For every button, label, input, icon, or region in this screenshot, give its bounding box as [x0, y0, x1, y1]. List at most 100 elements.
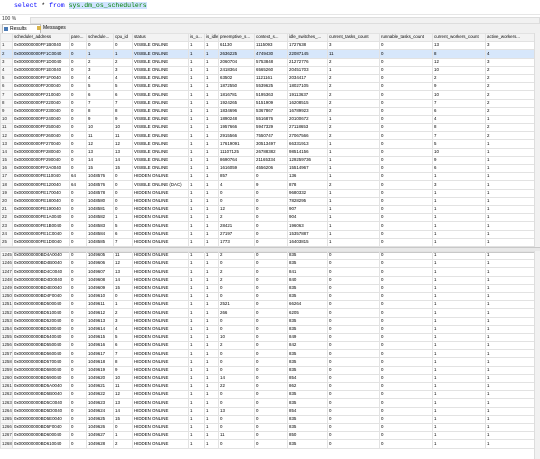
table-cell[interactable]: 0 — [254, 308, 288, 318]
table-cell[interactable]: 1 — [204, 308, 219, 318]
table-cell[interactable]: HIDDEN ONLINE — [132, 431, 189, 441]
table-row[interactable]: 16 0x000000000FF2A0040 0 15 15 VISIBLE ONLINE… — [0, 163, 540, 174]
table-cell[interactable]: 5 — [432, 139, 486, 149]
table-cell[interactable]: 3 — [327, 41, 380, 51]
table-cell[interactable]: 64 — [69, 172, 87, 182]
table-cell[interactable]: 0x000000000BD580040 — [12, 365, 70, 375]
table-cell[interactable]: 0 — [254, 267, 288, 277]
table-cell[interactable]: 1115093 — [254, 41, 288, 51]
table-cell[interactable]: 12 — [113, 390, 133, 400]
table-cell[interactable]: 0 — [218, 349, 255, 359]
table-cell[interactable]: 0 — [379, 131, 433, 141]
table-cell[interactable]: 0 — [379, 357, 433, 367]
table-cell[interactable]: 1 — [485, 267, 540, 277]
table-cell[interactable]: 0 — [379, 98, 433, 108]
table-cell[interactable]: 4 — [485, 49, 540, 59]
table-cell[interactable]: 849 — [287, 332, 328, 343]
table-cell[interactable]: 0 — [254, 349, 288, 359]
table-cell[interactable]: 1 — [485, 155, 540, 166]
table-cell[interactable]: 5 — [86, 82, 114, 92]
table-cell[interactable]: 878 — [287, 180, 328, 190]
table-cell[interactable]: 5367867 — [254, 106, 288, 116]
table-cell[interactable]: 2 — [218, 267, 255, 277]
table-cell[interactable]: 0 — [254, 373, 288, 384]
table-cell[interactable]: 7 — [113, 237, 133, 247]
table-cell[interactable]: 4 — [218, 180, 255, 190]
table-cell[interactable]: 1890248 — [218, 114, 255, 125]
row-number[interactable]: 1252 — [0, 308, 13, 318]
table-cell[interactable]: 8 — [113, 106, 133, 116]
table-row[interactable]: 1265 0x000000000BD5E0040 0 1049625 15 HIDDEN … — [0, 414, 540, 424]
table-cell[interactable]: 10 — [432, 90, 486, 100]
table-cell[interactable]: 3 — [113, 316, 133, 326]
table-cell[interactable]: 1 — [432, 316, 486, 326]
row-number[interactable]: 1255 — [0, 332, 13, 343]
table-cell[interactable]: 0 — [254, 213, 288, 223]
table-cell[interactable]: 1 — [204, 291, 219, 302]
table-cell[interactable]: 0 — [69, 283, 87, 293]
table-cell[interactable]: 7 — [432, 98, 486, 108]
table-cell[interactable]: 0 — [379, 180, 433, 190]
row-number[interactable]: 8 — [0, 98, 13, 108]
row-number[interactable]: 1257 — [0, 349, 13, 359]
table-cell[interactable]: 1 — [485, 196, 540, 206]
table-cell[interactable]: 13 — [113, 147, 133, 157]
table-cell[interactable]: 8 — [432, 123, 486, 133]
table-cell[interactable]: 835 — [287, 349, 328, 359]
table-row[interactable]: 1255 0x000000000BD540040 0 1049615 5 HIDDEN O… — [0, 332, 540, 343]
table-cell[interactable]: HIDDEN ONLINE — [132, 373, 189, 384]
table-cell[interactable]: 1 — [327, 229, 380, 239]
table-cell[interactable]: 1049627 — [86, 431, 114, 441]
table-cell[interactable]: 0 — [379, 221, 433, 231]
table-cell[interactable]: 854 — [287, 373, 328, 384]
table-cell[interactable]: 1 — [327, 147, 380, 157]
table-cell[interactable]: HIDDEN ONLINE — [132, 308, 189, 318]
table-cell[interactable]: 0x000000000BD510040 — [12, 308, 70, 318]
table-cell[interactable]: 1 — [204, 398, 219, 408]
table-cell[interactable]: 1 — [188, 259, 205, 269]
table-cell[interactable]: HIDDEN ONLINE — [132, 300, 189, 310]
table-cell[interactable]: 1 — [432, 439, 486, 449]
table-cell[interactable]: 1 — [327, 237, 380, 247]
table-cell[interactable]: 0 — [254, 221, 288, 231]
table-cell[interactable]: 2 — [327, 73, 380, 84]
table-cell[interactable]: 0 — [69, 237, 87, 247]
table-cell[interactable]: 0 — [379, 300, 433, 310]
table-cell[interactable]: 1 — [188, 250, 205, 261]
table-cell[interactable]: 1 — [432, 221, 486, 231]
table-cell[interactable]: 0 — [69, 275, 87, 285]
table-cell[interactable]: VISIBLE ONLINE — [132, 147, 189, 157]
table-cell[interactable]: 1049622 — [86, 390, 114, 400]
table-cell[interactable]: 1 — [485, 308, 540, 318]
table-cell[interactable]: 1 — [188, 106, 205, 116]
table-cell[interactable]: 0 — [254, 390, 288, 400]
table-cell[interactable]: 1 — [188, 172, 205, 182]
table-cell[interactable]: 1 — [327, 139, 380, 149]
table-cell[interactable]: 13 — [113, 267, 133, 277]
table-cell[interactable]: 0 — [254, 414, 288, 424]
table-cell[interactable]: 0 — [69, 41, 87, 51]
table-cell[interactable]: 0 — [327, 357, 380, 367]
table-cell[interactable]: 18027105 — [287, 82, 328, 92]
table-cell[interactable]: 1 — [327, 188, 380, 198]
table-cell[interactable]: 1 — [188, 349, 205, 359]
table-cell[interactable]: 11 — [113, 381, 133, 392]
table-cell[interactable]: 66331913 — [287, 139, 328, 149]
table-row[interactable]: 3 0x000000000FF1D0040 0 2 2 VISIBLE ONLINE 1 1 2… — [0, 57, 540, 67]
table-cell[interactable]: HIDDEN ONLINE — [132, 221, 189, 231]
table-cell[interactable]: 0 — [379, 390, 433, 400]
table-cell[interactable]: 835 — [287, 390, 328, 400]
table-cell[interactable]: 2 — [485, 82, 540, 92]
table-cell[interactable]: 0 — [254, 332, 288, 343]
table-cell[interactable]: 9 — [432, 155, 486, 166]
table-row[interactable]: 6 0x000000000FF200040 0 5 5 VISIBLE ONLINE 1 1 1… — [0, 82, 540, 92]
table-cell[interactable]: 4 — [86, 73, 114, 84]
table-cell[interactable]: 14 — [113, 406, 133, 416]
table-cell[interactable]: 5 — [113, 221, 133, 231]
row-number[interactable]: 1250 — [0, 291, 13, 302]
table-cell[interactable]: 21272776 — [287, 57, 328, 67]
table-cell[interactable]: VISIBLE ONLINE — [132, 163, 189, 174]
table-cell[interactable]: 0 — [327, 398, 380, 408]
table-cell[interactable]: 1 — [432, 196, 486, 206]
table-cell[interactable]: 835 — [287, 357, 328, 367]
